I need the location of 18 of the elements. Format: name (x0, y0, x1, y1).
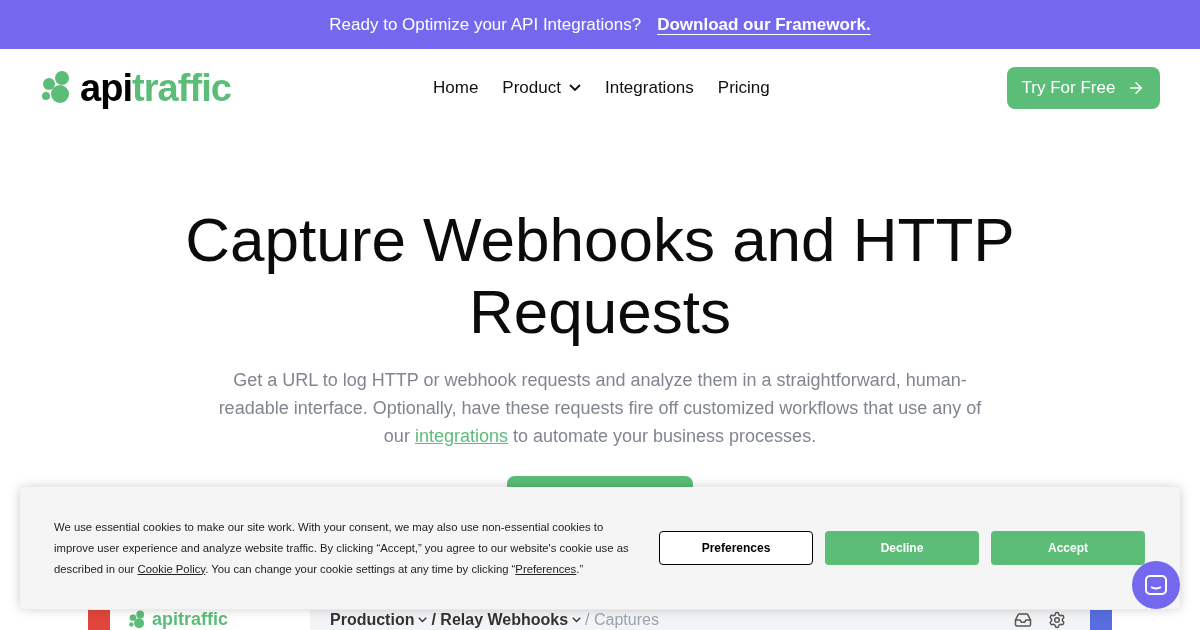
cookie-button[interactable]: Preferences (659, 531, 813, 565)
breadcrumb[interactable]: / Relay Webhooks (431, 611, 582, 629)
preview-logo-text: apitraffic (152, 610, 229, 628)
cookie-text: We use essential cookies to make our site work. With your consent, we may also use non-essential cookies to improve user experience and analyze website traffic. By clicking “Accept,” you agree to our website's cookie use as described in our Cookie Policy. You can change your cookie settings at any time by clicking “Preferences.” (54, 519, 630, 577)
chat-icon (1145, 575, 1167, 595)
breadcrumb[interactable]: Production (330, 611, 428, 629)
preferences-link[interactable]: Preferences (515, 562, 577, 575)
logo-text[interactable]: apitraffic (80, 68, 231, 107)
hero-title: Capture Webhooks and HTTP Requests (184, 204, 1016, 348)
hero-subtitle: Get a URL to log HTTP or webhook requests and analyze them in a straightforward, human-readable interface. Optionally, have these requests fire off customized workflows that use any of our integrations to automate your business processes. (217, 369, 983, 448)
nav-link[interactable]: Integrations (604, 74, 694, 101)
settings-icon[interactable] (1048, 611, 1066, 629)
nav-link[interactable]: Pricing (717, 74, 770, 101)
announcement-text: Ready to Optimize your API Integrations? (329, 13, 642, 36)
nav-link[interactable]: Product (502, 74, 581, 101)
inbox-icon[interactable] (1014, 611, 1032, 629)
nav-link[interactable]: Home (433, 74, 479, 101)
download-link[interactable]: Download our Framework. (657, 11, 871, 38)
